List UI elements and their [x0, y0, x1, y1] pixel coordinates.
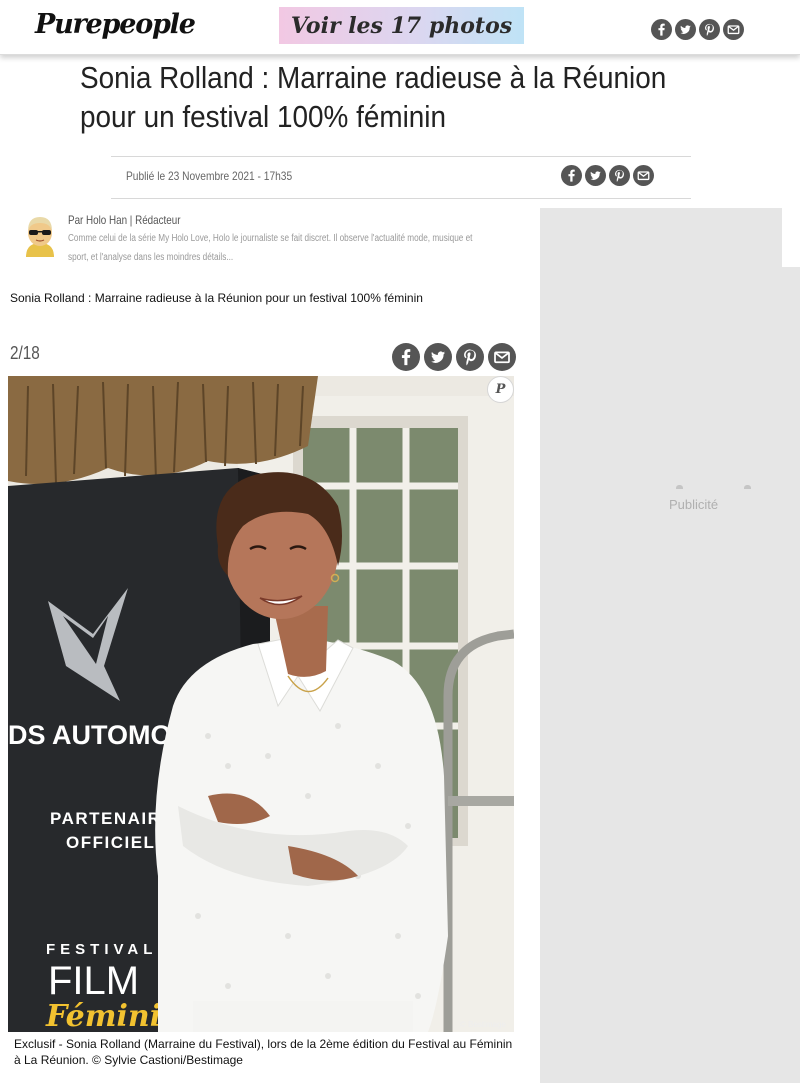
- gallery-share-bar: [392, 343, 516, 371]
- photo-text-festival: FESTIVAL: [46, 941, 157, 958]
- view-photos-button[interactable]: Voir les 17 photos: [279, 7, 524, 44]
- facebook-icon[interactable]: [561, 165, 582, 186]
- pinterest-icon[interactable]: [609, 165, 630, 186]
- gallery-photo[interactable]: DS AUTOMOBILES PARTENAIRE OFFICIEL FESTI…: [8, 376, 514, 1032]
- email-icon[interactable]: [723, 19, 744, 40]
- twitter-icon[interactable]: [424, 343, 452, 371]
- photo-caption: Exclusif - Sonia Rolland (Marraine du Fe…: [14, 1037, 513, 1067]
- ad-banner-top: [540, 208, 782, 268]
- twitter-icon[interactable]: [585, 165, 606, 186]
- pinterest-icon[interactable]: [456, 343, 484, 371]
- twitter-icon[interactable]: [675, 19, 696, 40]
- ad-slot[interactable]: [540, 267, 800, 1083]
- photo-text-partner-2: OFFICIEL: [66, 833, 155, 852]
- ad-label: Publicité: [669, 497, 719, 512]
- email-icon[interactable]: [488, 343, 516, 371]
- publish-row: Publié le 23 Novembre 2021 - 17h35: [111, 156, 691, 199]
- top-bar: Purepeople Voir les 17 photos: [0, 0, 800, 55]
- photo-text-film: FILM: [48, 959, 139, 1003]
- header-share-bar: [651, 19, 744, 40]
- gallery-title: Sonia Rolland : Marraine radieuse à la R…: [10, 291, 423, 305]
- facebook-icon[interactable]: [392, 343, 420, 371]
- photo-counter: 2/18: [10, 343, 40, 363]
- article-share-bar: [561, 165, 654, 186]
- site-badge: P: [487, 376, 514, 403]
- site-logo[interactable]: Purepeople: [35, 9, 196, 40]
- article-title: Sonia Rolland : Marraine radieuse à la R…: [80, 60, 667, 134]
- facebook-icon[interactable]: [651, 19, 672, 40]
- author-byline[interactable]: Par Holo Han | Rédacteur: [68, 213, 180, 227]
- publish-date: Publié le 23 Novembre 2021 - 17h35: [126, 169, 293, 183]
- photo-credit-mark: © Bestimage: [460, 1020, 506, 1029]
- ad-marker-left: [676, 485, 683, 489]
- email-icon[interactable]: [633, 165, 654, 186]
- pinterest-icon[interactable]: [699, 19, 720, 40]
- ad-marker-right: [744, 485, 751, 489]
- author-avatar[interactable]: [22, 213, 58, 257]
- author-bio: Comme celui de la série My Holo Love, Ho…: [68, 233, 473, 263]
